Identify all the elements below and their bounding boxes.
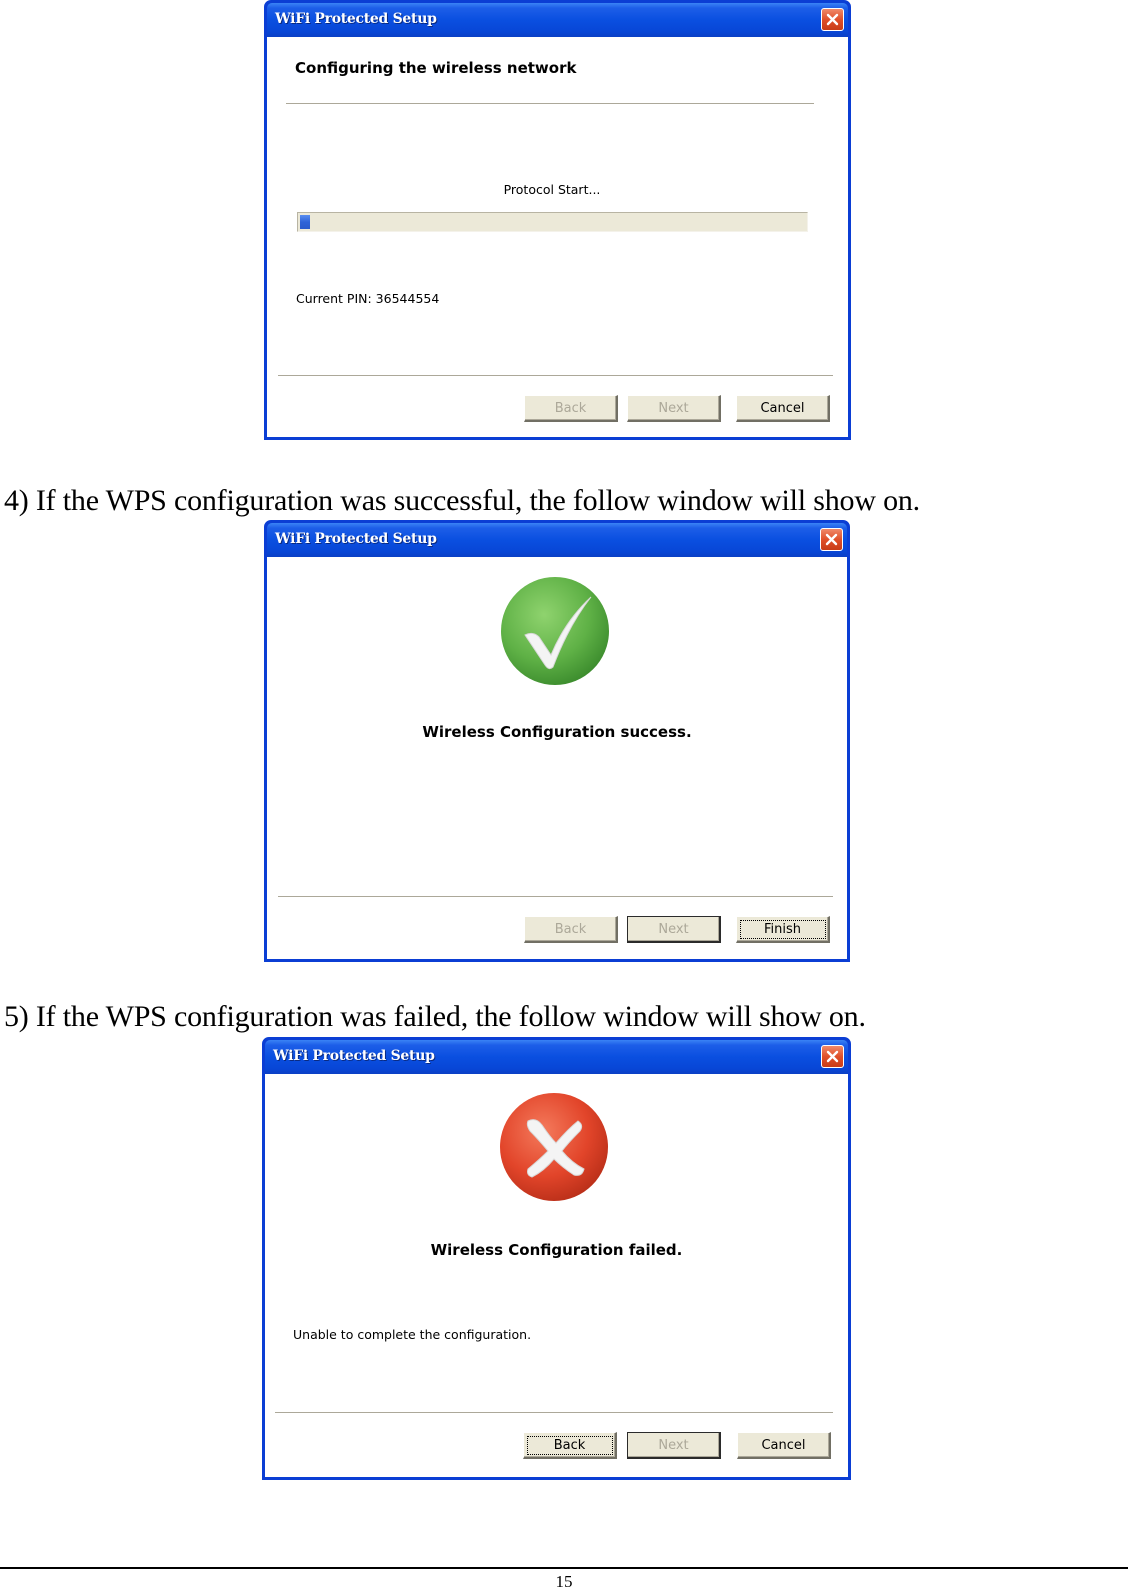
next-button[interactable]: Next bbox=[627, 916, 721, 943]
next-button[interactable]: Next bbox=[627, 395, 721, 422]
step-4-caption: 4) If the WPS configuration was successf… bbox=[4, 484, 920, 517]
progress-bar-fill bbox=[300, 215, 311, 229]
dialog-heading: Configuring the wireless network bbox=[295, 59, 577, 77]
dialog-body: Configuring the wireless network Protoco… bbox=[267, 37, 848, 437]
back-button[interactable]: Back bbox=[524, 395, 618, 422]
success-check-icon bbox=[501, 577, 609, 685]
next-button-label: Next bbox=[658, 1437, 689, 1453]
close-button[interactable] bbox=[821, 1045, 844, 1068]
title-bar: WiFi Protected Setup bbox=[267, 3, 848, 37]
progress-label: Protocol Start... bbox=[503, 182, 601, 197]
header-divider bbox=[286, 103, 814, 105]
title-bar: WiFi Protected Setup bbox=[267, 523, 847, 557]
finish-button[interactable]: Finish bbox=[736, 916, 830, 943]
back-button-label: Back bbox=[526, 1435, 613, 1455]
status-message: Wireless Configuration success. bbox=[422, 723, 692, 741]
failure-x-icon bbox=[500, 1093, 608, 1201]
finish-button-label: Finish bbox=[739, 919, 826, 939]
window-title: WiFi Protected Setup bbox=[273, 1048, 435, 1064]
window-title: WiFi Protected Setup bbox=[275, 11, 437, 27]
next-button[interactable]: Next bbox=[627, 1432, 721, 1459]
status-message: Wireless Configuration failed. bbox=[430, 1241, 683, 1259]
next-button-label: Next bbox=[658, 921, 689, 937]
footer-divider bbox=[278, 375, 833, 377]
footer-divider bbox=[278, 896, 833, 898]
close-button[interactable] bbox=[820, 528, 843, 551]
cancel-button[interactable]: Cancel bbox=[736, 395, 830, 422]
progress-bar bbox=[297, 212, 808, 232]
close-icon bbox=[826, 1050, 839, 1063]
detail-message: Unable to complete the configuration. bbox=[293, 1327, 532, 1342]
footer-rule bbox=[0, 1567, 1128, 1569]
cancel-button-label: Cancel bbox=[761, 1437, 806, 1453]
footer-divider bbox=[275, 1412, 833, 1414]
wps-dialog-configuring: WiFi Protected Setup Configuring the wir… bbox=[264, 0, 851, 440]
close-button[interactable] bbox=[821, 8, 844, 31]
back-button-label: Back bbox=[554, 921, 587, 937]
wps-dialog-failure: WiFi Protected Setup Wireless Configurat… bbox=[262, 1037, 851, 1480]
wps-dialog-success: WiFi Protected Setup Wireless Configurat… bbox=[264, 520, 850, 962]
close-icon bbox=[826, 13, 839, 26]
cancel-button-label: Cancel bbox=[760, 400, 805, 416]
current-pin-text: Current PIN: 36544554 bbox=[296, 291, 440, 306]
back-button[interactable]: Back bbox=[523, 1432, 617, 1459]
back-button-label: Back bbox=[554, 400, 587, 416]
cancel-button[interactable]: Cancel bbox=[737, 1432, 831, 1459]
close-icon bbox=[825, 533, 838, 546]
page-number: 15 bbox=[555, 1572, 573, 1591]
dialog-body: Wireless Configuration success. Back Nex… bbox=[267, 557, 847, 959]
dialog-body: Wireless Configuration failed. Unable to… bbox=[265, 1074, 848, 1477]
step-5-caption: 5) If the WPS configuration was failed, … bbox=[4, 1000, 866, 1033]
title-bar: WiFi Protected Setup bbox=[265, 1040, 848, 1074]
back-button[interactable]: Back bbox=[524, 916, 618, 943]
window-title: WiFi Protected Setup bbox=[275, 531, 437, 547]
next-button-label: Next bbox=[658, 400, 689, 416]
